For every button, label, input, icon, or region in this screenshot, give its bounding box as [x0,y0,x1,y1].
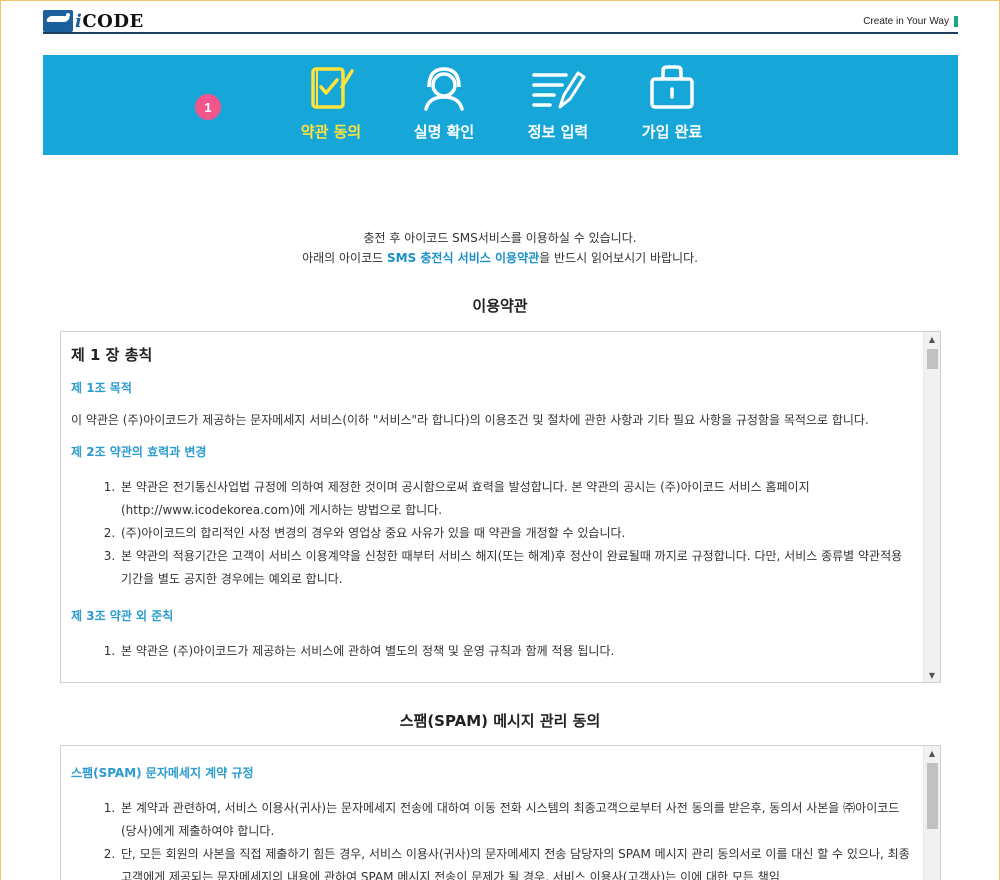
article-items: 본 약관은 (주)아이코드가 제공하는 서비스에 관하여 별도의 정책 및 운영… [71,640,913,663]
step-label: 정보 입력 [527,123,589,141]
lock-icon [650,65,694,109]
spam-title: 스팸(SPAM) 메시지 관리 동의 [399,712,601,730]
logo-wordmark: iCODE [75,11,144,32]
spam-scrollbar[interactable]: ▲ [923,746,940,880]
intro-line-2: 아래의 아이코드 SMS 충전식 서비스 이용약관을 반드시 읽어보시기 바랍니… [302,251,698,265]
current-step-badge: 1 [195,94,221,120]
list-item: 본 약관은 (주)아이코드가 제공하는 서비스에 관하여 별도의 정책 및 운영… [119,640,913,663]
spam-content: 스팸(SPAM) 문자메세지 계약 규정 본 계약과 관련하여, 서비스 이용사… [61,746,923,880]
list-item: 단, 모든 회원의 사본을 직접 제출하기 힘든 경우, 서비스 이용사(귀사)… [119,843,913,880]
article-title: 제 1조 목적 [71,381,132,395]
list-item: 본 계약과 관련하여, 서비스 이용사(귀사)는 문자메세지 전송에 대하여 이… [119,797,913,843]
step-info-input: 정보 입력 [508,65,608,142]
tagline-bar [954,16,958,27]
step-identity-check: 실명 확인 [394,65,494,142]
article-body: 이 약관은 (주)아이코드가 제공하는 문자메세지 서비스(이하 "서비스"라 … [71,413,869,427]
scroll-thumb[interactable] [927,763,938,829]
scroll-up-icon[interactable]: ▲ [924,746,940,760]
step-label: 가입 완료 [641,123,703,141]
scroll-down-icon[interactable]: ▼ [924,668,940,682]
step-terms-agree: 약관 동의 [281,65,381,142]
edit-lines-icon [532,71,586,109]
tagline: Create in Your Way [863,16,958,27]
signup-steps-banner: 1 약관 동의 실명 확인 정보 입력 가입 완료 [43,55,958,155]
step-label: 실명 확인 [413,123,475,141]
scroll-thumb[interactable] [927,349,938,369]
terms-highlight: SMS 충전식 서비스 이용약관 [386,251,540,265]
icode-logo[interactable]: iCODE [43,8,144,32]
terms-content: 제 1 장 총칙 제 1조 목적 이 약관은 (주)아이코드가 제공하는 문자메… [61,332,923,682]
list-item: 본 약관은 전기통신사업법 규정에 의하여 제정한 것이며 공시함으로써 효력을… [119,476,913,522]
step-label: 약관 동의 [300,123,362,141]
checklist-icon [311,67,354,109]
user-headset-icon [424,67,464,111]
site-header: iCODE Create in Your Way [43,8,958,34]
terms-scrollbar[interactable]: ▲ ▼ [923,332,940,682]
spam-scroll-box[interactable]: 스팸(SPAM) 문자메세지 계약 규정 본 계약과 관련하여, 서비스 이용사… [60,745,941,880]
article-title: 제 2조 약관의 효력과 변경 [71,445,207,459]
article-title: 스팸(SPAM) 문자메세지 계약 규정 [71,766,254,780]
article-items: 본 계약과 관련하여, 서비스 이용사(귀사)는 문자메세지 전송에 대하여 이… [71,797,913,880]
scroll-up-icon[interactable]: ▲ [924,332,940,346]
intro-text: 충전 후 아이코드 SMS서비스를 이용하실 수 있습니다. 아래의 아이코드 … [0,228,1000,268]
article-title: 제 3조 약관 외 준칙 [71,609,174,623]
intro-line-1: 충전 후 아이코드 SMS서비스를 이용하실 수 있습니다. [363,231,637,245]
logo-mark-icon [43,10,73,32]
terms-title: 이용약관 [472,297,528,315]
chapter-title: 제 1 장 총칙 [71,346,153,364]
list-item: 본 약관의 적용기간은 고객이 서비스 이용계약을 신청한 때부터 서비스 해지… [119,545,913,591]
step-signup-complete: 가입 완료 [622,65,722,142]
terms-scroll-box[interactable]: 제 1 장 총칙 제 1조 목적 이 약관은 (주)아이코드가 제공하는 문자메… [60,331,941,683]
list-item: (주)아이코드의 합리적인 사정 변경의 경우와 영업상 중요 사유가 있을 때… [119,522,913,545]
article-items: 본 약관은 전기통신사업법 규정에 의하여 제정한 것이며 공시함으로써 효력을… [71,476,913,591]
